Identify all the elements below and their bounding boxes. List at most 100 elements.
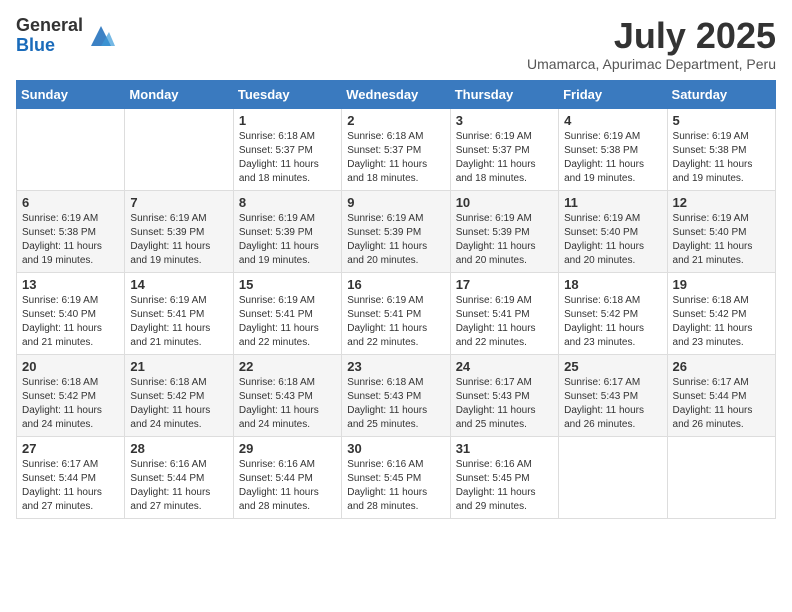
calendar-cell bbox=[17, 108, 125, 190]
weekday-header-monday: Monday bbox=[125, 80, 233, 108]
day-number: 31 bbox=[456, 441, 553, 456]
day-number: 1 bbox=[239, 113, 336, 128]
calendar-cell: 6Sunrise: 6:19 AM Sunset: 5:38 PM Daylig… bbox=[17, 190, 125, 272]
day-number: 2 bbox=[347, 113, 444, 128]
calendar-cell: 21 Sunrise: 6:18 AM Sunset: 5:42 PM Dayli… bbox=[125, 354, 233, 436]
day-info: Sunrise: 6:16 AM Sunset: 5:45 PM Dayligh… bbox=[347, 458, 444, 514]
day-info: Sunrise: 6:16 AM Sunset: 5:44 PM Dayligh… bbox=[130, 458, 227, 514]
calendar-cell: 1 Sunrise: 6:18 AM Sunset: 5:37 PM Daylig… bbox=[233, 108, 341, 190]
day-number: 23 bbox=[347, 359, 444, 374]
day-info: Sunrise: 6:16 AM Sunset: 5:44 PM Dayligh… bbox=[239, 458, 336, 514]
calendar-cell bbox=[125, 108, 233, 190]
calendar-cell: 24Sunrise: 6:17 AM Sunset: 5:43 PM Dayli… bbox=[450, 354, 558, 436]
day-number: 21 bbox=[130, 359, 227, 374]
calendar-week-row: 27 Sunrise: 6:17 AM Sunset: 5:44 PM Dayli… bbox=[17, 436, 776, 518]
calendar-cell: 15Sunrise: 6:19 AM Sunset: 5:41 PM Dayli… bbox=[233, 272, 341, 354]
calendar-cell: 26Sunrise: 6:17 AM Sunset: 5:44 PM Dayli… bbox=[667, 354, 775, 436]
day-number: 18 bbox=[564, 277, 661, 292]
location-subtitle: Umamarca, Apurimac Department, Peru bbox=[527, 56, 776, 72]
day-info: Sunrise: 6:18 AM Sunset: 5:43 PM Dayligh… bbox=[347, 376, 444, 432]
day-number: 4 bbox=[564, 113, 661, 128]
logo-icon bbox=[87, 22, 115, 50]
calendar-cell bbox=[667, 436, 775, 518]
calendar-cell bbox=[559, 436, 667, 518]
day-number: 17 bbox=[456, 277, 553, 292]
day-info: Sunrise: 6:19 AM Sunset: 5:41 PM Dayligh… bbox=[456, 294, 553, 350]
calendar-cell: 22Sunrise: 6:18 AM Sunset: 5:43 PM Dayli… bbox=[233, 354, 341, 436]
day-number: 15 bbox=[239, 277, 336, 292]
calendar-cell: 30 Sunrise: 6:16 AM Sunset: 5:45 PM Dayli… bbox=[342, 436, 450, 518]
day-number: 6 bbox=[22, 195, 119, 210]
day-number: 3 bbox=[456, 113, 553, 128]
calendar-cell: 13 Sunrise: 6:19 AM Sunset: 5:40 PM Dayli… bbox=[17, 272, 125, 354]
day-info: Sunrise: 6:19 AM Sunset: 5:39 PM Dayligh… bbox=[239, 212, 336, 268]
calendar-cell: 19 Sunrise: 6:18 AM Sunset: 5:42 PM Dayli… bbox=[667, 272, 775, 354]
day-info: Sunrise: 6:19 AM Sunset: 5:38 PM Dayligh… bbox=[673, 130, 770, 186]
day-info: Sunrise: 6:19 AM Sunset: 5:41 PM Dayligh… bbox=[130, 294, 227, 350]
calendar-cell: 25Sunrise: 6:17 AM Sunset: 5:43 PM Dayli… bbox=[559, 354, 667, 436]
calendar-cell: 11 Sunrise: 6:19 AM Sunset: 5:40 PM Dayli… bbox=[559, 190, 667, 272]
day-info: Sunrise: 6:19 AM Sunset: 5:39 PM Dayligh… bbox=[130, 212, 227, 268]
calendar-cell: 8 Sunrise: 6:19 AM Sunset: 5:39 PM Daylig… bbox=[233, 190, 341, 272]
calendar-cell: 16 Sunrise: 6:19 AM Sunset: 5:41 PM Dayli… bbox=[342, 272, 450, 354]
calendar-cell: 18 Sunrise: 6:18 AM Sunset: 5:42 PM Dayli… bbox=[559, 272, 667, 354]
day-number: 5 bbox=[673, 113, 770, 128]
day-info: Sunrise: 6:19 AM Sunset: 5:37 PM Dayligh… bbox=[456, 130, 553, 186]
calendar-cell: 27 Sunrise: 6:17 AM Sunset: 5:44 PM Dayli… bbox=[17, 436, 125, 518]
calendar-table: SundayMondayTuesdayWednesdayThursdayFrid… bbox=[16, 80, 776, 519]
weekday-header-friday: Friday bbox=[559, 80, 667, 108]
day-number: 14 bbox=[130, 277, 227, 292]
calendar-cell: 9 Sunrise: 6:19 AM Sunset: 5:39 PM Daylig… bbox=[342, 190, 450, 272]
day-info: Sunrise: 6:19 AM Sunset: 5:41 PM Dayligh… bbox=[347, 294, 444, 350]
calendar-cell: 4 Sunrise: 6:19 AM Sunset: 5:38 PM Daylig… bbox=[559, 108, 667, 190]
calendar-week-row: 6Sunrise: 6:19 AM Sunset: 5:38 PM Daylig… bbox=[17, 190, 776, 272]
calendar-cell: 5 Sunrise: 6:19 AM Sunset: 5:38 PM Daylig… bbox=[667, 108, 775, 190]
day-info: Sunrise: 6:18 AM Sunset: 5:42 PM Dayligh… bbox=[673, 294, 770, 350]
day-info: Sunrise: 6:18 AM Sunset: 5:42 PM Dayligh… bbox=[130, 376, 227, 432]
calendar-week-row: 20 Sunrise: 6:18 AM Sunset: 5:42 PM Dayli… bbox=[17, 354, 776, 436]
calendar-week-row: 1 Sunrise: 6:18 AM Sunset: 5:37 PM Daylig… bbox=[17, 108, 776, 190]
calendar-cell: 31Sunrise: 6:16 AM Sunset: 5:45 PM Dayli… bbox=[450, 436, 558, 518]
day-number: 29 bbox=[239, 441, 336, 456]
calendar-cell: 2 Sunrise: 6:18 AM Sunset: 5:37 PM Daylig… bbox=[342, 108, 450, 190]
day-info: Sunrise: 6:17 AM Sunset: 5:43 PM Dayligh… bbox=[456, 376, 553, 432]
day-number: 25 bbox=[564, 359, 661, 374]
day-number: 16 bbox=[347, 277, 444, 292]
day-info: Sunrise: 6:17 AM Sunset: 5:44 PM Dayligh… bbox=[673, 376, 770, 432]
logo-general: General bbox=[16, 16, 83, 36]
day-number: 27 bbox=[22, 441, 119, 456]
calendar-cell: 3 Sunrise: 6:19 AM Sunset: 5:37 PM Daylig… bbox=[450, 108, 558, 190]
weekday-header-sunday: Sunday bbox=[17, 80, 125, 108]
day-number: 20 bbox=[22, 359, 119, 374]
calendar-cell: 29 Sunrise: 6:16 AM Sunset: 5:44 PM Dayli… bbox=[233, 436, 341, 518]
weekday-header-row: SundayMondayTuesdayWednesdayThursdayFrid… bbox=[17, 80, 776, 108]
calendar-cell: 7 Sunrise: 6:19 AM Sunset: 5:39 PM Daylig… bbox=[125, 190, 233, 272]
day-number: 13 bbox=[22, 277, 119, 292]
weekday-header-saturday: Saturday bbox=[667, 80, 775, 108]
calendar-week-row: 13 Sunrise: 6:19 AM Sunset: 5:40 PM Dayli… bbox=[17, 272, 776, 354]
logo-blue: Blue bbox=[16, 36, 83, 56]
logo: General Blue bbox=[16, 16, 115, 56]
calendar-cell: 17 Sunrise: 6:19 AM Sunset: 5:41 PM Dayli… bbox=[450, 272, 558, 354]
calendar-cell: 23 Sunrise: 6:18 AM Sunset: 5:43 PM Dayli… bbox=[342, 354, 450, 436]
weekday-header-thursday: Thursday bbox=[450, 80, 558, 108]
weekday-header-wednesday: Wednesday bbox=[342, 80, 450, 108]
day-info: Sunrise: 6:17 AM Sunset: 5:44 PM Dayligh… bbox=[22, 458, 119, 514]
day-number: 7 bbox=[130, 195, 227, 210]
day-number: 30 bbox=[347, 441, 444, 456]
day-info: Sunrise: 6:18 AM Sunset: 5:42 PM Dayligh… bbox=[564, 294, 661, 350]
day-info: Sunrise: 6:19 AM Sunset: 5:40 PM Dayligh… bbox=[22, 294, 119, 350]
day-number: 11 bbox=[564, 195, 661, 210]
day-number: 19 bbox=[673, 277, 770, 292]
month-title: July 2025 bbox=[527, 16, 776, 56]
day-info: Sunrise: 6:18 AM Sunset: 5:37 PM Dayligh… bbox=[239, 130, 336, 186]
day-info: Sunrise: 6:18 AM Sunset: 5:42 PM Dayligh… bbox=[22, 376, 119, 432]
day-info: Sunrise: 6:19 AM Sunset: 5:38 PM Dayligh… bbox=[564, 130, 661, 186]
day-info: Sunrise: 6:19 AM Sunset: 5:40 PM Dayligh… bbox=[564, 212, 661, 268]
calendar-cell: 12Sunrise: 6:19 AM Sunset: 5:40 PM Dayli… bbox=[667, 190, 775, 272]
day-number: 9 bbox=[347, 195, 444, 210]
day-number: 8 bbox=[239, 195, 336, 210]
title-block: July 2025 Umamarca, Apurimac Department,… bbox=[527, 16, 776, 72]
day-info: Sunrise: 6:19 AM Sunset: 5:39 PM Dayligh… bbox=[347, 212, 444, 268]
day-info: Sunrise: 6:18 AM Sunset: 5:37 PM Dayligh… bbox=[347, 130, 444, 186]
